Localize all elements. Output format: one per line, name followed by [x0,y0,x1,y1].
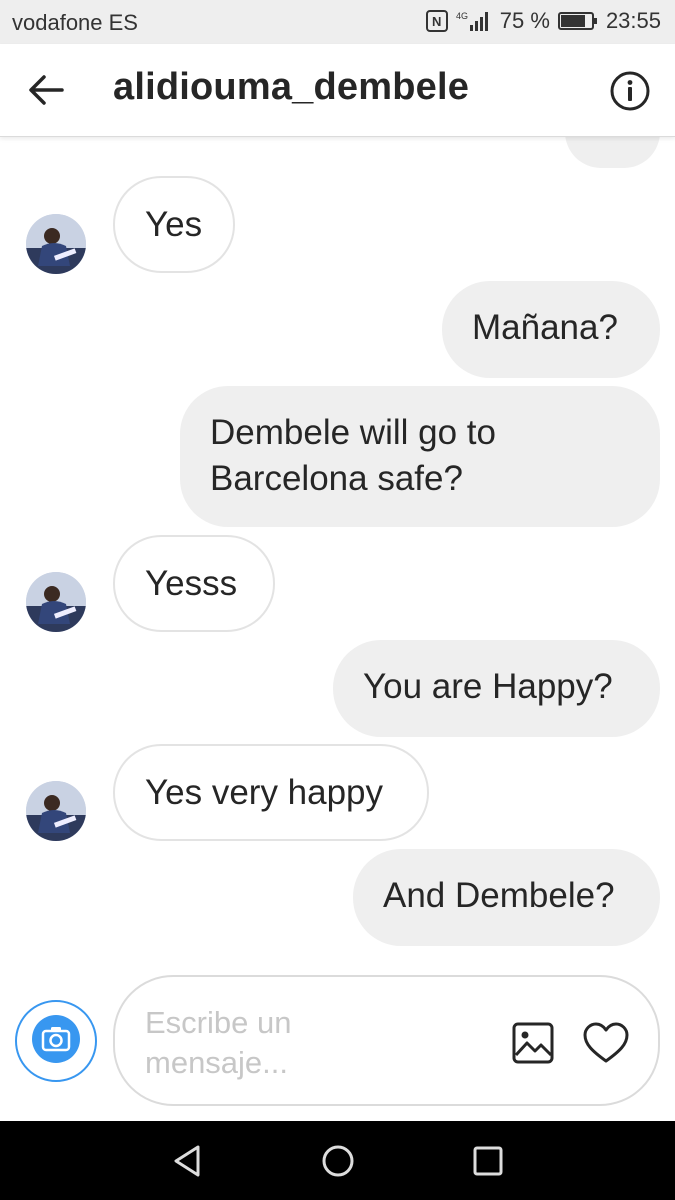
avatar[interactable] [26,572,86,632]
message-bubble-outgoing[interactable]: You are Happy? [333,640,660,737]
message-text: Yes [145,205,203,244]
conversation-title[interactable]: alidiouma_dembele [113,66,469,109]
message-bubble-incoming[interactable]: Yes very happy [113,744,429,841]
message-bubble-partial [565,136,660,168]
camera-icon [31,1014,81,1069]
nav-recents-icon[interactable] [468,1141,508,1181]
status-right: N 4G 75 % 23:55 [425,8,661,34]
message-bubble-incoming[interactable]: Yes [113,176,235,273]
nav-back-icon[interactable] [168,1141,208,1181]
signal-icon: 4G [456,10,492,32]
message-bubble-outgoing[interactable]: Dembele will go to Barcelona safe? [180,386,660,527]
message-composer[interactable]: Escribe un mensaje... [113,975,660,1106]
battery-icon [557,11,598,31]
message-text: Yes very happy [145,773,384,812]
chat-header: alidiouma_dembele [0,44,675,137]
battery-percent: 75 % [499,8,550,33]
message-text: Yesss [145,564,238,603]
avatar[interactable] [26,214,86,274]
heart-icon[interactable] [582,1021,630,1065]
network-label: 4G [456,11,468,21]
message-list[interactable]: Yes Mañana? Dembele will go to Barcelona… [0,136,675,976]
nfc-icon: N [425,10,448,32]
nav-home-icon[interactable] [318,1141,358,1181]
gallery-icon[interactable] [511,1021,555,1065]
message-text: Mañana? [472,308,618,347]
message-input[interactable]: Escribe un mensaje... [145,1003,365,1083]
message-text: And Dembele? [383,876,615,915]
navigation-bar [0,1121,675,1200]
carrier-label: vodafone ES [12,10,138,35]
message-bubble-outgoing[interactable]: And Dembele? [353,849,660,946]
clock: 23:55 [605,8,661,33]
status-bar: vodafone ES N 4G 75 % 23:55 [0,0,675,44]
message-bubble-outgoing[interactable]: Mañana? [442,281,660,378]
message-text: Dembele will go to Barcelona safe? [210,413,496,498]
avatar[interactable] [26,781,86,841]
message-text: You are Happy? [363,667,613,706]
info-icon[interactable] [609,70,651,112]
svg-text:N: N [432,14,441,29]
message-bubble-incoming[interactable]: Yesss [113,535,275,632]
back-arrow-icon[interactable] [24,68,68,112]
camera-button[interactable] [15,1000,97,1082]
